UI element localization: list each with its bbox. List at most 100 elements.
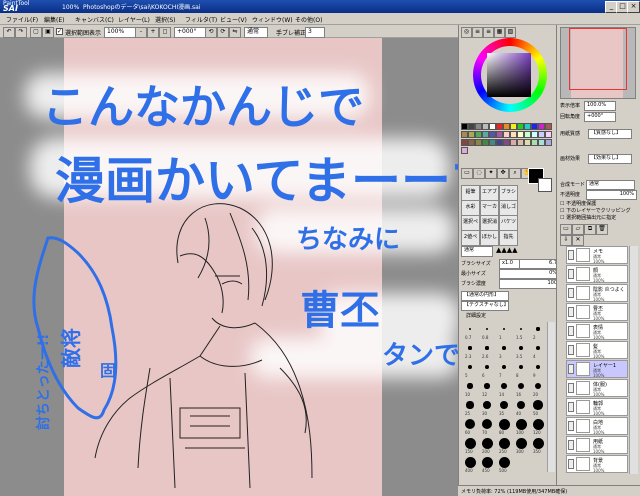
rotate-left-button[interactable]: ⟲	[205, 27, 217, 38]
layer-row[interactable]: 背景 通常 100%	[566, 455, 628, 473]
min-size-field[interactable]: 0%	[499, 269, 560, 279]
brush-size-preset[interactable]: 6	[479, 360, 495, 378]
new-layer-button[interactable]: ▭	[560, 224, 572, 235]
color-swatch[interactable]	[482, 123, 489, 130]
layer-visibility-icon[interactable]	[568, 459, 574, 469]
color-wheel-tab[interactable]: ◎	[461, 27, 472, 38]
color-swatch[interactable]	[538, 123, 545, 130]
brush-tool[interactable]: マーカー	[480, 200, 499, 216]
menu-edit[interactable]: 編集(E)	[44, 15, 64, 24]
new-folder-button[interactable]: ▱	[572, 224, 584, 235]
color-swatch[interactable]	[461, 123, 468, 130]
color-swatch[interactable]	[524, 123, 531, 130]
color-swatch[interactable]	[517, 139, 524, 146]
palette-tab[interactable]: ▦	[494, 27, 505, 38]
brush-size-preset[interactable]: 500	[496, 455, 512, 473]
menu-file[interactable]: ファイル(F)	[6, 15, 38, 24]
brush-size-preset[interactable]: 25	[462, 398, 478, 416]
brush-size-preset[interactable]: 1.5	[513, 322, 529, 340]
layer-scrollbar[interactable]	[629, 246, 638, 474]
brush-size-preset[interactable]: 400	[462, 455, 478, 473]
color-swatch[interactable]	[496, 123, 503, 130]
layer-row[interactable]: 曹丕 通常 100%	[566, 303, 628, 321]
layer-visibility-icon[interactable]	[568, 421, 574, 431]
show-selection-checkbox[interactable]: ✓	[56, 28, 63, 35]
flip-button[interactable]: ⇋	[229, 27, 241, 38]
paper-texture-select[interactable]: 【質感なし】	[588, 129, 632, 139]
color-swatch[interactable]	[538, 139, 545, 146]
layer-visibility-icon[interactable]	[568, 440, 574, 450]
nav-zoom-field[interactable]: 100.0%	[584, 101, 616, 111]
undo-button[interactable]: ↶	[3, 27, 15, 38]
color-swatch[interactable]	[496, 131, 503, 138]
layer-row[interactable]: 体(服) 通常 100%	[566, 379, 628, 397]
brush-size-preset[interactable]: 100	[513, 417, 529, 435]
brush-size-preset[interactable]: 80	[496, 417, 512, 435]
brush-tool[interactable]: エアブラシ	[480, 185, 499, 201]
close-button[interactable]: ×	[627, 1, 640, 13]
color-swatch[interactable]	[475, 123, 482, 130]
ref-option[interactable]: ☐ 選択範囲抽出元に指定	[560, 214, 616, 221]
color-swatch[interactable]	[531, 123, 538, 130]
brush-size-preset[interactable]: 14	[496, 379, 512, 397]
mixer-tab[interactable]: ▧	[505, 27, 516, 38]
color-swatch[interactable]	[531, 131, 538, 138]
rgb-slider-tab[interactable]: ≡	[472, 27, 483, 38]
menu-window[interactable]: ウィンドウ(W)	[252, 15, 293, 24]
brush-size-preset[interactable]: 200	[479, 436, 495, 454]
brush-tool[interactable]: ぼかし	[480, 230, 499, 246]
zoom-in-button[interactable]: +	[147, 27, 159, 38]
brush-size-preset[interactable]: 1	[496, 322, 512, 340]
brush-size-preset[interactable]: 120	[530, 417, 546, 435]
clip-option[interactable]: ☐ 下のレイヤーでクリッピング	[560, 207, 631, 214]
color-swatch[interactable]	[531, 139, 538, 146]
magic-wand-tool[interactable]: ✦	[485, 168, 497, 179]
lasso-tool[interactable]: ◌	[473, 168, 485, 179]
brush-size-preset[interactable]: 60	[462, 417, 478, 435]
clear-layer-button[interactable]: ✕	[572, 235, 584, 246]
brush-size-preset[interactable]: 350	[530, 436, 546, 454]
brush-size-preset[interactable]: 4	[530, 341, 546, 359]
zoom-reset-button[interactable]: ◻	[159, 27, 171, 38]
color-swatch[interactable]	[545, 139, 552, 146]
color-swatch[interactable]	[510, 131, 517, 138]
layer-row[interactable]: 白地 通常 100%	[566, 417, 628, 435]
move-tool[interactable]: ✥	[497, 168, 509, 179]
brush-size-preset[interactable]: 2	[530, 322, 546, 340]
color-swatch[interactable]	[538, 131, 545, 138]
brush-size-preset[interactable]: 70	[479, 417, 495, 435]
layer-visibility-icon[interactable]	[568, 288, 574, 298]
brush-shape-select[interactable]: 【通常の円形】	[461, 291, 509, 301]
hsv-slider-tab[interactable]: ≡	[483, 27, 494, 38]
color-swatch[interactable]	[524, 131, 531, 138]
brush-size-preset[interactable]: 450	[479, 455, 495, 473]
brush-size-preset[interactable]: 16	[513, 379, 529, 397]
brush-mode-field[interactable]: 通常	[461, 246, 493, 257]
brush-size-preset[interactable]: 40	[513, 398, 529, 416]
layer-visibility-icon[interactable]	[568, 345, 574, 355]
menu-layer[interactable]: レイヤー(L)	[118, 15, 150, 24]
brush-tool[interactable]: バケツ	[499, 215, 518, 231]
color-swatch[interactable]	[496, 139, 503, 146]
density-field[interactable]: 100	[499, 279, 560, 289]
brush-shape-icons[interactable]: ▲▲▲▲	[496, 246, 518, 254]
color-swatch[interactable]	[468, 131, 475, 138]
color-swatch[interactable]	[545, 123, 552, 130]
layer-row[interactable]: 陰影 炎つよく 通常 100%	[566, 284, 628, 302]
color-swatch[interactable]	[517, 123, 524, 130]
merge-down-button[interactable]: ⇩	[560, 235, 572, 246]
menu-filter[interactable]: フィルタ(T)	[185, 15, 217, 24]
brush-tool[interactable]: 水彩	[461, 200, 480, 216]
layer-row[interactable]: 表情 通常 100%	[566, 322, 628, 340]
layer-row[interactable]: 髪通常 100%	[566, 341, 628, 359]
color-swatch[interactable]	[475, 139, 482, 146]
redo-button[interactable]: ↷	[15, 27, 27, 38]
brush-tool[interactable]: 選択ペン	[461, 215, 480, 231]
brush-size-mult[interactable]: x1.0	[499, 259, 521, 269]
brush-size-preset[interactable]: 7	[496, 360, 512, 378]
brush-size-field[interactable]: 6.7	[519, 259, 560, 269]
brush-tool[interactable]: 指先	[499, 230, 518, 246]
color-swatch[interactable]	[524, 139, 531, 146]
brush-size-preset[interactable]: 8	[513, 360, 529, 378]
brush-size-preset[interactable]: 9	[530, 360, 546, 378]
